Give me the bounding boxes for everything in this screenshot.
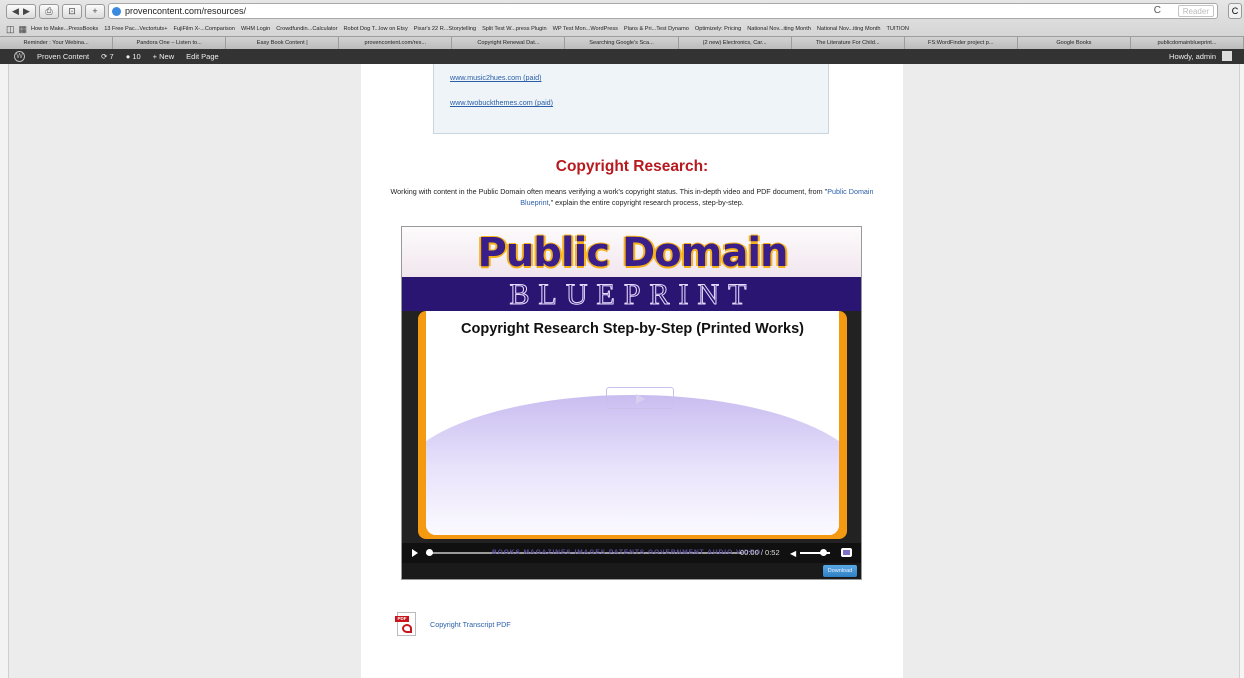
video-player[interactable]: Public Domain BLUEPRINT Copyright Resear… [401, 226, 862, 580]
comment-icon: ● [125, 52, 131, 61]
site-globe-icon [112, 6, 121, 16]
reader-button[interactable]: Reader [1177, 5, 1214, 17]
video-controls: BOOKS MAGAZINES IMAGES PATENTS GOVERNMEN… [402, 543, 861, 563]
resource-links-box: www.music2hues.com (paid) www.twobuckthe… [433, 64, 829, 134]
slide-nav-strip: BOOKS MAGAZINES IMAGES PATENTS GOVERNMEN… [492, 549, 762, 556]
bookmark-item[interactable]: Optimizely: Pricing [695, 26, 741, 32]
content-column: www.music2hues.com (paid) www.twobuckthe… [361, 64, 903, 678]
forward-icon[interactable]: ▶ [23, 6, 30, 17]
browser-tab[interactable]: (2 new) Electronics, Car... [678, 37, 792, 49]
address-bar[interactable]: provencontent.com/resources/ C Reader [108, 3, 1218, 19]
bookmark-item[interactable]: TUITION [887, 26, 909, 32]
bookmark-item[interactable]: WP Test Mon...WordPress [553, 26, 618, 32]
new-tab-button[interactable]: + [85, 3, 105, 19]
time-display: 00:00 / 0:52 [740, 548, 780, 557]
slide-frame: Copyright Research Step-by-Step (Printed… [418, 311, 847, 539]
acrobat-swirl-icon [402, 624, 412, 633]
wp-admin-bar: W Proven Content ⟳ 7 ● 10 + New Edit Pag… [0, 49, 1244, 64]
slide-wave [426, 395, 839, 535]
browser-tab[interactable]: Copyright Renewal Dat... [452, 37, 566, 49]
back-icon[interactable]: ◀ [12, 6, 19, 17]
back-forward-buttons[interactable]: ◀ ▶ [6, 3, 36, 19]
plus-icon: + [152, 52, 158, 61]
section-heading: Copyright Research: [555, 158, 709, 175]
volume-icon[interactable]: ◀ [790, 549, 796, 558]
bookmark-item[interactable]: National Nov...iting Month [747, 26, 811, 32]
section-description: Working with content in the Public Domai… [375, 186, 889, 208]
pdf-link[interactable]: Copyright Transcript PDF [430, 620, 511, 629]
bookmark-item[interactable]: FujiFilm X-...Comparison [173, 26, 235, 32]
browser-tab[interactable]: Reminder : Your Webina... [0, 37, 114, 49]
brand-title: Public Domain [477, 230, 788, 276]
play-overlay-icon[interactable] [606, 387, 674, 409]
bookmark-item[interactable]: WHM Login [241, 26, 270, 32]
updates-count: 7 [109, 52, 114, 61]
tab-bar: Reminder : Your Webina... Pandora One – L… [0, 36, 1244, 49]
scrollbar[interactable] [1239, 64, 1244, 678]
bookmark-item[interactable]: How to Make...PressBooks [31, 26, 98, 32]
page-area: www.music2hues.com (paid) www.twobuckthe… [0, 64, 1244, 678]
reload-icon[interactable]: C [1154, 5, 1161, 16]
browser-chrome: ◀ ▶ ⎙ ⊡ + provencontent.com/resources/ C … [0, 0, 1244, 49]
slide-area: Copyright Research Step-by-Step (Printed… [426, 311, 839, 535]
progress-knob[interactable] [426, 549, 433, 556]
browser-tab[interactable]: Google Books [1017, 37, 1131, 49]
bookmark-item[interactable]: Split Test W...press Plugin [482, 26, 547, 32]
left-gutter [0, 64, 9, 678]
browser-tab[interactable]: The Literature For Child... [791, 37, 905, 49]
link-twobuckthemes[interactable]: www.twobuckthemes.com (paid) [450, 98, 553, 107]
downloads-icon[interactable]: C [1228, 3, 1242, 19]
comments-link[interactable]: ● 10 [126, 52, 141, 61]
desc-text-start: Working with content in the Public Domai… [390, 187, 828, 196]
browser-tab[interactable]: FS:WordFinder project p... [904, 37, 1018, 49]
howdy-admin-link[interactable]: Howdy, admin [1169, 52, 1216, 61]
brand-subtitle: BLUEPRINT [509, 278, 756, 312]
bookmark-item[interactable]: Plans & Pri...Test Dynamo [624, 26, 689, 32]
wordpress-logo-icon[interactable]: W [14, 51, 25, 62]
browser-tab[interactable]: provencontent.com/res... [339, 37, 453, 49]
address-url[interactable]: provencontent.com/resources/ [125, 6, 246, 16]
browser-tab[interactable]: publicdomainblueprint... [1130, 37, 1244, 49]
download-row: Download [402, 563, 861, 579]
updates-icon: ⟳ [101, 52, 108, 61]
browser-tab[interactable]: Pandora One – Listen to... [113, 37, 227, 49]
new-content-link[interactable]: + New [153, 52, 175, 61]
desc-text-end: ," explain the entire copyright research… [548, 198, 744, 207]
download-button[interactable]: Download [823, 565, 857, 577]
bookmark-item[interactable]: Robot Dog T...low on Etsy [344, 26, 408, 32]
volume-knob[interactable] [820, 549, 827, 556]
link-music2hues[interactable]: www.music2hues.com (paid) [450, 73, 541, 82]
reading-list-icon[interactable]: ◫ [6, 24, 15, 35]
bookmark-item[interactable]: Crowdfundin...Calculator [276, 26, 337, 32]
updates-link[interactable]: ⟳ 7 [101, 52, 114, 61]
bookmark-add-icon[interactable]: ⊡ [62, 3, 82, 19]
avatar[interactable] [1222, 51, 1232, 61]
play-icon[interactable] [412, 549, 418, 557]
browser-tab[interactable]: Easy Book Content | [226, 37, 340, 49]
top-sites-icon[interactable]: ▦ [19, 24, 28, 35]
bookmark-item[interactable]: Pixar's 22 R...Storytelling [414, 26, 476, 32]
bookmarks-bar: ◫ ▦ How to Make...PressBooks 13 Free Pac.… [0, 23, 1244, 35]
pdf-download[interactable]: PDF Copyright Transcript PDF [395, 612, 511, 636]
pdf-file-icon[interactable]: PDF [395, 612, 416, 636]
bookmark-item[interactable]: 13 Free Pac...Vectortuts+ [104, 26, 167, 32]
fullscreen-icon[interactable] [841, 548, 852, 557]
edit-page-link[interactable]: Edit Page [186, 52, 219, 61]
comments-count: 10 [132, 52, 141, 61]
browser-tab[interactable]: Searching Google's Sca... [565, 37, 679, 49]
pdf-icon-tag: PDF [395, 616, 409, 622]
site-name-link[interactable]: Proven Content [37, 52, 89, 61]
slide-title: Copyright Research Step-by-Step (Printed… [461, 321, 804, 337]
new-label: New [159, 52, 175, 61]
bookmark-item[interactable]: National Nov...iting Month [817, 26, 881, 32]
share-icon[interactable]: ⎙ [39, 3, 59, 19]
